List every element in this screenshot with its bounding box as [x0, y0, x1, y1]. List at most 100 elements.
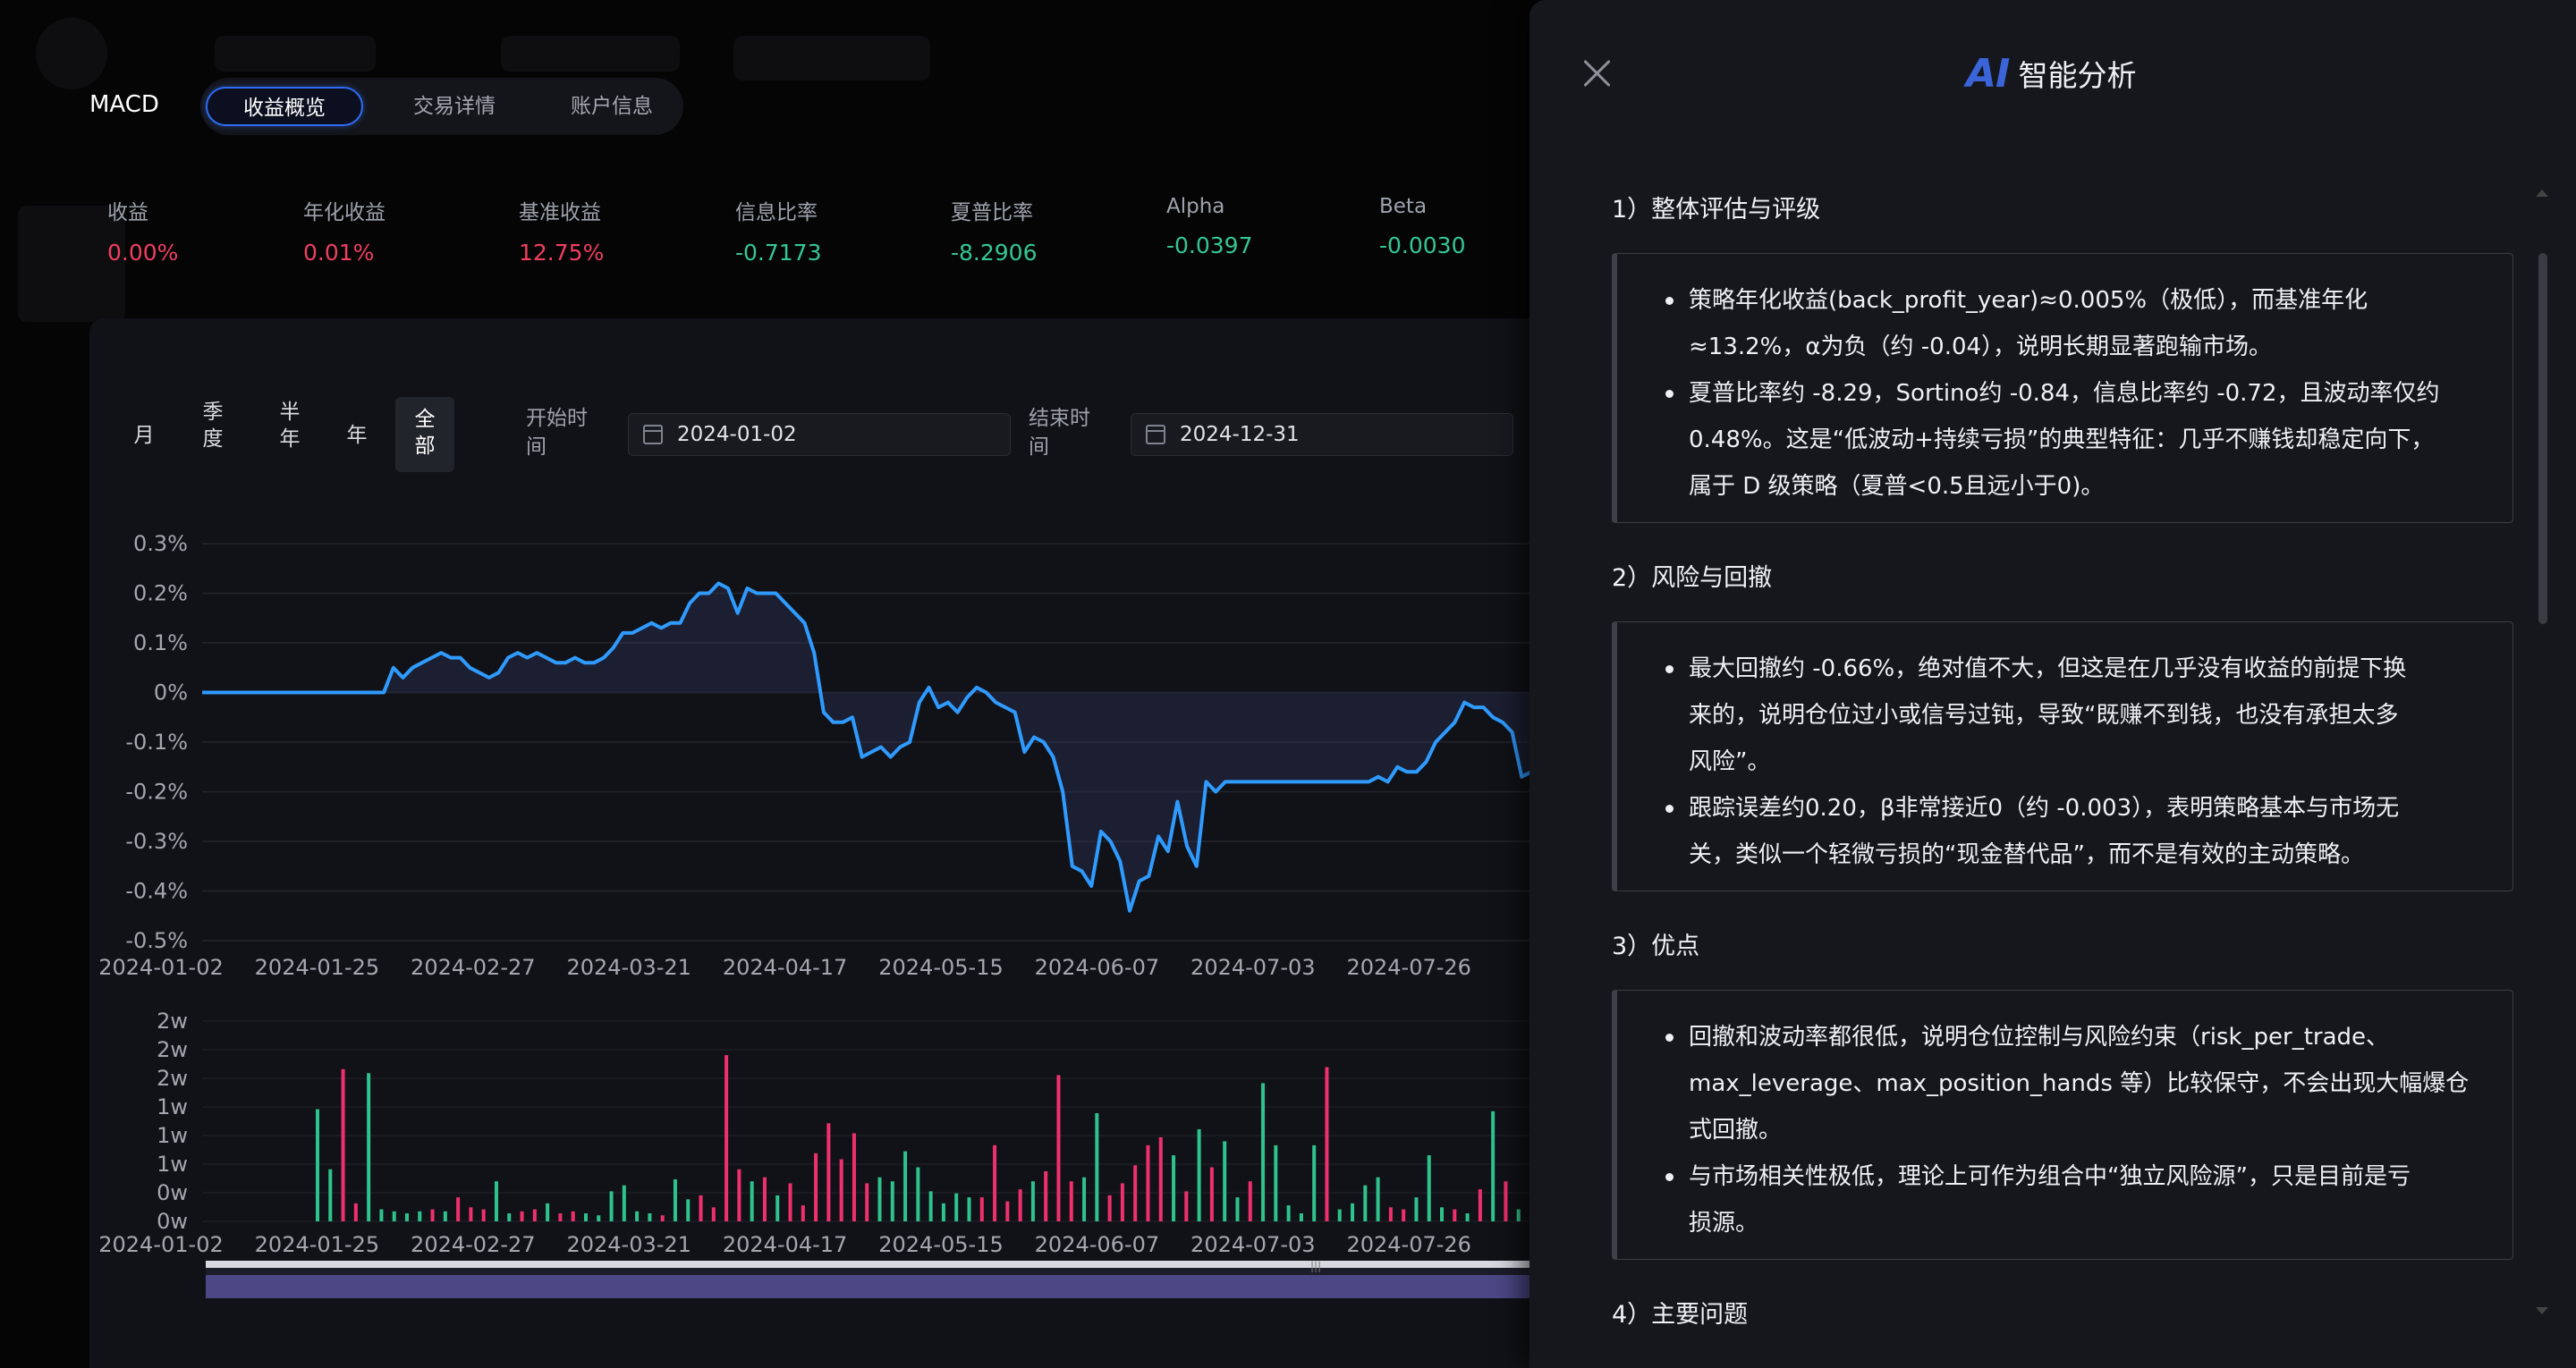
volume-bar [353, 1203, 358, 1221]
drawer-title-text: 智能分析 [2018, 58, 2137, 93]
volume-bar [852, 1133, 856, 1221]
volume-bar [1351, 1203, 1355, 1221]
volume-bar [583, 1213, 588, 1221]
volume-bar [1005, 1201, 1010, 1221]
volume-bar [1414, 1197, 1419, 1221]
y-tick-label: -0.4% [125, 879, 188, 904]
volume-bar [1337, 1209, 1342, 1221]
volume-bar [571, 1211, 575, 1221]
returns-charts: 0.3%0.2%0.1%0%-0.1%-0.2%-0.3%-0.4%-0.5%2… [98, 531, 1538, 1292]
x-tick-label: 2024-01-25 [255, 1232, 379, 1257]
analysis-box-1: 策略年化收益(back_profit_year)≈0.005%（极低），而基准年… [1612, 253, 2513, 523]
close-icon[interactable] [1580, 55, 1615, 91]
volume-bar [941, 1203, 945, 1221]
area-fill [202, 583, 1531, 911]
y-tick-label: 1w [157, 1123, 188, 1148]
volume-bar [622, 1185, 626, 1221]
bullet-item: 回撤和波动率都很低，说明仓位控制与风险约束（risk_per_trade、 ma… [1665, 1014, 2477, 1153]
line: 属于 D 级策略（夏普<0.5且远小于0)。 [1689, 473, 2105, 500]
scroll-up-arrow-icon[interactable] [2536, 190, 2548, 197]
y-tick-label: 0w [157, 1209, 188, 1234]
volume-bar [1095, 1113, 1099, 1221]
y-tick-label: 0.2% [133, 581, 188, 606]
y-tick-label: 2w [157, 1066, 188, 1091]
volume-bar [456, 1197, 461, 1221]
volume-bar [686, 1199, 691, 1221]
line: 回撤和波动率都很低，说明仓位控制与风险约束（risk_per_trade、 [1689, 1024, 2390, 1051]
volume-bar [1299, 1213, 1303, 1221]
line: 来的，说明仓位过小或信号过钝，导致“既赚不到钱，也没有承担太多 [1689, 702, 2399, 729]
volume-bar [609, 1191, 614, 1221]
volume-bar [316, 1109, 319, 1221]
analysis-box-2: 最大回撤约 -0.66%，绝对值不大，但这是在几乎没有收益的前提下换 来的，说明… [1612, 621, 2513, 891]
bullet-item: 最大回撤约 -0.66%，绝对值不大，但这是在几乎没有收益的前提下换 来的，说明… [1665, 646, 2477, 785]
volume-bar [1312, 1144, 1317, 1221]
bullet-item: 夏普比率约 -8.29，Sortino约 -0.84，信息比率约 -0.72，且… [1665, 370, 2477, 510]
line: max_leverage、max_position_hands 等）比较保守，不… [1689, 1070, 2470, 1097]
x-tick-label: 2024-03-21 [566, 955, 691, 980]
volume-bar [341, 1068, 345, 1221]
volume-bar [1158, 1136, 1163, 1221]
volume-bar [1504, 1181, 1508, 1221]
line: 损源。 [1689, 1210, 1759, 1237]
volume-bar [750, 1181, 754, 1221]
volume-bar [1223, 1141, 1227, 1221]
volume-bar [1069, 1181, 1073, 1221]
volume-bar [1491, 1110, 1496, 1221]
line: ≈13.2%，α为负（约 -0.04），说明长期显著跑输市场。 [1689, 334, 2273, 360]
volume-bar [660, 1215, 665, 1221]
line: 与市场相关性极低，理论上可作为组合中“独立风险源”，只是目前是亏 [1689, 1163, 2411, 1190]
volume-bar [392, 1211, 396, 1221]
volume-bar [469, 1207, 473, 1221]
volume-bar [1376, 1177, 1380, 1221]
volume-bar [1056, 1075, 1061, 1221]
volume-bar [928, 1191, 933, 1221]
volume-bar [1235, 1197, 1240, 1221]
volume-bar [418, 1211, 422, 1221]
line: 最大回撤约 -0.66%，绝对值不大，但这是在几乎没有收益的前提下换 [1689, 655, 2407, 682]
x-tick-label: 2024-05-15 [878, 1232, 1003, 1257]
y-tick-label: 2w [157, 1037, 188, 1062]
scroll-down-arrow-icon[interactable] [2536, 1307, 2548, 1314]
x-tick-label: 2024-07-26 [1346, 955, 1470, 980]
volume-bar [1478, 1189, 1482, 1221]
volume-bar [328, 1169, 333, 1221]
volume-bar [877, 1177, 882, 1221]
volume-bar [1044, 1171, 1048, 1221]
volume-bar [762, 1177, 767, 1221]
volume-bar [1453, 1209, 1457, 1221]
volume-bar [1184, 1191, 1189, 1221]
volume-bar [814, 1153, 818, 1221]
volume-bar [520, 1211, 524, 1221]
y-tick-label: 0% [154, 680, 188, 705]
volume-bar [597, 1215, 601, 1221]
y-tick-label: 1w [157, 1152, 188, 1177]
volume-bar [443, 1211, 447, 1221]
volume-bar [379, 1209, 384, 1221]
volume-bar [481, 1209, 486, 1221]
volume-bar [1107, 1195, 1112, 1221]
volume-bar [788, 1183, 792, 1221]
volume-bar [404, 1213, 409, 1221]
volume-bar [890, 1181, 894, 1221]
volume-bar [494, 1181, 498, 1221]
volume-bar [993, 1144, 997, 1221]
volume-bar [1427, 1155, 1431, 1221]
line: 跟踪误差约0.20，β非常接近0（约 -0.003），表明策略基本与市场无 [1689, 795, 2400, 822]
volume-bar [699, 1195, 703, 1221]
ai-logo: AI [1966, 50, 2010, 97]
y-tick-label: -0.2% [125, 780, 188, 805]
drawer-scrollbar[interactable] [2538, 253, 2547, 624]
volume-bar [839, 1159, 843, 1221]
zoom-slider-handle[interactable]: ||| [1310, 1260, 1321, 1272]
section-heading: 4）主要问题 [1612, 1301, 1749, 1329]
volume-bar [1120, 1183, 1124, 1221]
x-tick-label: 2024-07-26 [1346, 1232, 1470, 1257]
x-tick-label: 2024-04-17 [723, 1232, 847, 1257]
y-tick-label: 1w [157, 1094, 188, 1119]
x-tick-label: 2024-01-02 [98, 1232, 223, 1257]
volume-bar [1172, 1155, 1176, 1221]
volume-bar [546, 1203, 550, 1221]
volume-bar [1402, 1209, 1406, 1221]
y-tick-label: -0.3% [125, 829, 188, 854]
